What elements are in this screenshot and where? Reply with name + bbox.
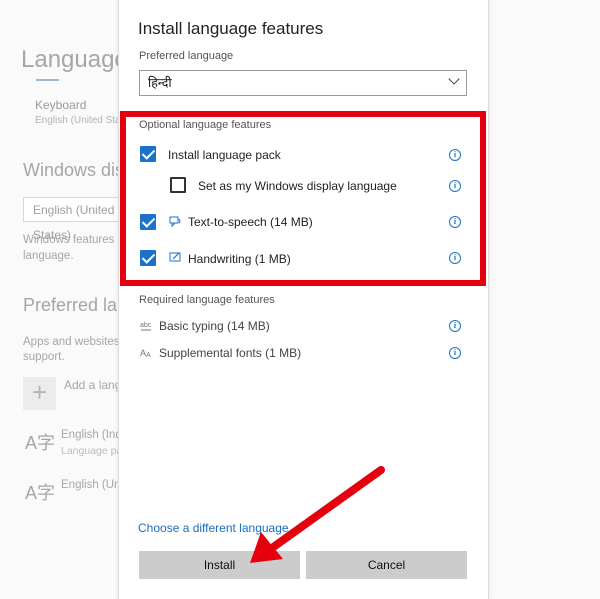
- preferred-language-value: हिन्दी: [148, 76, 172, 90]
- windows-display-select[interactable]: English (United States): [23, 197, 133, 242]
- install-button[interactable]: Install: [139, 551, 300, 579]
- dialog-title: Install language features: [138, 19, 324, 38]
- annotation-highlight-box: [120, 111, 486, 286]
- chevron-down-icon: [448, 73, 460, 85]
- choose-different-language-link[interactable]: Choose a different language: [138, 521, 289, 535]
- language-icon: A字: [25, 483, 56, 503]
- info-icon[interactable]: i: [449, 347, 461, 359]
- info-icon[interactable]: i: [449, 320, 461, 332]
- preferred-language-label: Preferred language: [139, 50, 234, 62]
- title-underline: [36, 79, 59, 81]
- install-language-dialog: Install language features Preferred lang…: [118, 0, 489, 599]
- preferred-language-select[interactable]: हिन्दी: [139, 70, 467, 96]
- windows-display-desc-2: language.: [23, 250, 74, 262]
- typing-icon: abc: [140, 322, 152, 331]
- basic-typing-label: Basic typing (14 MB): [159, 319, 270, 333]
- page-title: Language: [21, 46, 128, 73]
- language-icon: A字: [25, 433, 56, 453]
- font-icon: A A: [140, 348, 151, 358]
- keyboard-link[interactable]: Keyboard: [35, 98, 86, 112]
- supplemental-fonts-label: Supplemental fonts (1 MB): [159, 346, 302, 360]
- svg-text:A: A: [146, 352, 151, 358]
- add-language-button[interactable]: +: [23, 377, 56, 410]
- required-features-title: Required language features: [139, 294, 275, 306]
- preferred-desc-2: support.: [23, 351, 65, 363]
- cancel-button[interactable]: Cancel: [306, 551, 467, 579]
- svg-text:abc: abc: [140, 322, 152, 329]
